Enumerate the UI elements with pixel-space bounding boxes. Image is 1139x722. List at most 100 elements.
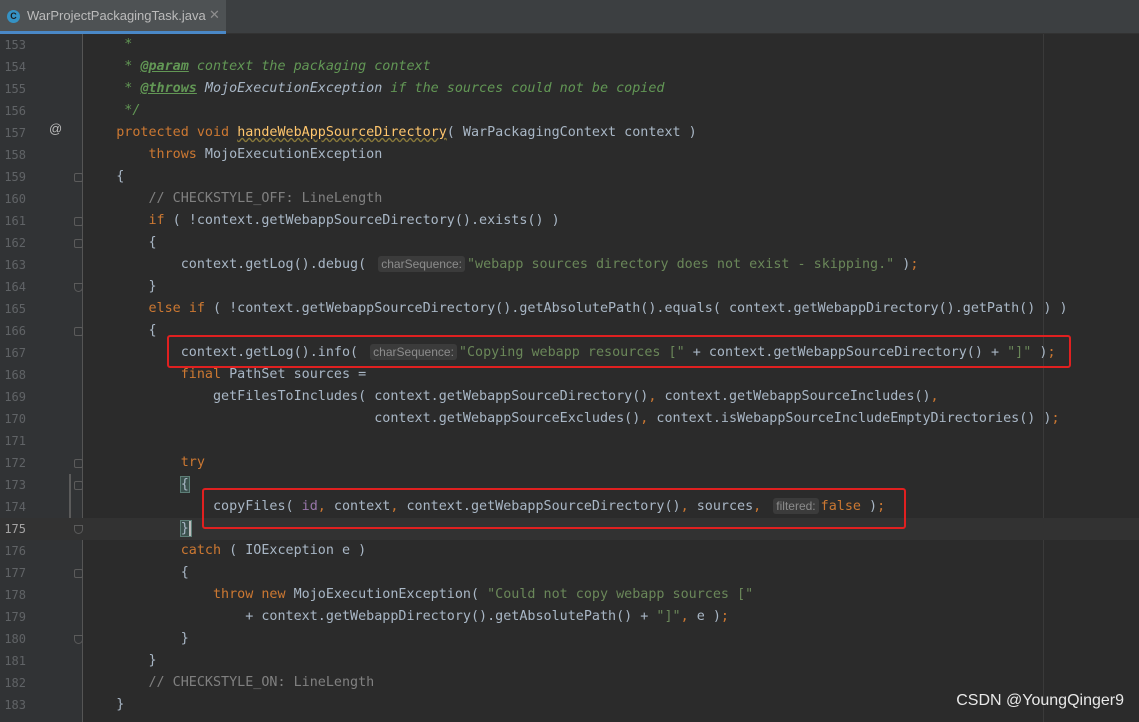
line-number: 175: [4, 522, 26, 536]
line-number: 167: [4, 346, 26, 360]
watermark: CSDN @YoungQinger9: [956, 692, 1124, 709]
line-number: 182: [4, 676, 26, 690]
code-text[interactable]: + context.getWebappDirectory().getAbsolu…: [84, 606, 729, 628]
code-line[interactable]: 176 catch ( IOException e ): [0, 540, 1139, 562]
code-line[interactable]: 156 */: [0, 100, 1139, 122]
line-number: 166: [4, 324, 26, 338]
fold-toggle-icon[interactable]: [74, 635, 83, 644]
code-text[interactable]: }: [84, 628, 189, 650]
fold-toggle-icon[interactable]: [74, 481, 83, 490]
code-text[interactable]: if ( !context.getWebappSourceDirectory()…: [84, 210, 560, 232]
close-icon[interactable]: ✕: [209, 7, 220, 23]
code-line[interactable]: 170 context.getWebappSourceExcludes(), c…: [0, 408, 1139, 430]
fold-toggle-icon[interactable]: [74, 569, 83, 578]
code-line[interactable]: 172 try: [0, 452, 1139, 474]
line-number: 183: [4, 698, 26, 712]
fold-toggle-icon[interactable]: [74, 327, 83, 336]
class-c-icon: C: [7, 10, 20, 23]
fold-toggle-icon[interactable]: [74, 459, 83, 468]
line-number: 176: [4, 544, 26, 558]
line-number: 168: [4, 368, 26, 382]
code-line[interactable]: 182 // CHECKSTYLE_ON: LineLength: [0, 672, 1139, 694]
code-line[interactable]: 179 + context.getWebappDirectory().getAb…: [0, 606, 1139, 628]
line-number: 157: [4, 126, 26, 140]
line-number: 181: [4, 654, 26, 668]
line-number: 173: [4, 478, 26, 492]
code-text[interactable]: context.getWebappSourceExcludes(), conte…: [84, 408, 1059, 430]
code-line[interactable]: 178 throw new MojoExecutionException( "C…: [0, 584, 1139, 606]
code-text[interactable]: throws MojoExecutionException: [84, 144, 383, 166]
code-line[interactable]: 162 {: [0, 232, 1139, 254]
code-line[interactable]: 153 *: [0, 34, 1139, 56]
editor-tab[interactable]: C WarProjectPackagingTask.java ✕: [0, 0, 226, 34]
fold-toggle-icon[interactable]: [74, 239, 83, 248]
code-line[interactable]: 177 {: [0, 562, 1139, 584]
line-number: 171: [4, 434, 26, 448]
line-number: 161: [4, 214, 26, 228]
code-line[interactable]: 157 protected void handeWebAppSourceDire…: [0, 122, 1139, 144]
line-number: 174: [4, 500, 26, 514]
line-number: 153: [4, 38, 26, 52]
line-number: 159: [4, 170, 26, 184]
code-line[interactable]: 180 }: [0, 628, 1139, 650]
code-text[interactable]: }: [84, 694, 124, 716]
code-text[interactable]: * @throws MojoExecutionException if the …: [84, 78, 664, 100]
code-text[interactable]: {: [84, 474, 190, 496]
line-number: 179: [4, 610, 26, 624]
fold-toggle-icon[interactable]: [74, 217, 83, 226]
code-line[interactable]: 165 else if ( !context.getWebappSourceDi…: [0, 298, 1139, 320]
highlight-box-line-174: [202, 488, 906, 529]
line-number: 170: [4, 412, 26, 426]
line-number: 178: [4, 588, 26, 602]
code-text[interactable]: // CHECKSTYLE_OFF: LineLength: [84, 188, 382, 210]
line-number: 164: [4, 280, 26, 294]
window-controls-strip: [1047, 0, 1139, 8]
line-number: 169: [4, 390, 26, 404]
code-text[interactable]: {: [84, 320, 156, 342]
line-number: 160: [4, 192, 26, 206]
code-text[interactable]: {: [84, 562, 189, 584]
code-line[interactable]: 155 * @throws MojoExecutionException if …: [0, 78, 1139, 100]
line-number: 155: [4, 82, 26, 96]
tab-filename: WarProjectPackagingTask.java: [27, 8, 206, 23]
line-number: 154: [4, 60, 26, 74]
line-number: 163: [4, 258, 26, 272]
fold-toggle-icon[interactable]: [74, 173, 83, 182]
code-line[interactable]: 158 throws MojoExecutionException: [0, 144, 1139, 166]
code-line[interactable]: 164 }: [0, 276, 1139, 298]
code-text[interactable]: try: [84, 452, 205, 474]
code-line[interactable]: 161 if ( !context.getWebappSourceDirecto…: [0, 210, 1139, 232]
code-text[interactable]: */: [84, 100, 140, 122]
code-line[interactable]: 169 getFilesToIncludes( context.getWebap…: [0, 386, 1139, 408]
fold-toggle-icon[interactable]: [74, 283, 83, 292]
line-number: 180: [4, 632, 26, 646]
code-line[interactable]: 171: [0, 430, 1139, 452]
code-text[interactable]: else if ( !context.getWebappSourceDirect…: [84, 298, 1068, 320]
code-line[interactable]: 159 {: [0, 166, 1139, 188]
code-text[interactable]: throw new MojoExecutionException( "Could…: [84, 584, 753, 606]
code-text[interactable]: }: [84, 276, 156, 298]
code-line[interactable]: 154 * @param context the packaging conte…: [0, 56, 1139, 78]
code-text[interactable]: *: [84, 34, 132, 56]
line-number: 165: [4, 302, 26, 316]
code-line[interactable]: 163 context.getLog().debug( charSequence…: [0, 254, 1139, 276]
line-number: 177: [4, 566, 26, 580]
code-text[interactable]: {: [84, 232, 156, 254]
line-number: 172: [4, 456, 26, 470]
line-number: 162: [4, 236, 26, 250]
code-text[interactable]: {: [84, 166, 124, 188]
code-text[interactable]: * @param context the packaging context: [84, 56, 430, 78]
code-text[interactable]: }: [84, 518, 192, 540]
line-number: 158: [4, 148, 26, 162]
code-line[interactable]: 181 }: [0, 650, 1139, 672]
code-text[interactable]: context.getLog().debug( charSequence: "we…: [84, 254, 918, 276]
code-text[interactable]: protected void handeWebAppSourceDirector…: [84, 122, 696, 144]
code-text[interactable]: }: [84, 650, 156, 672]
code-text[interactable]: // CHECKSTYLE_ON: LineLength: [84, 672, 374, 694]
code-text[interactable]: getFilesToIncludes( context.getWebappSou…: [84, 386, 939, 408]
line-number: 156: [4, 104, 26, 118]
fold-toggle-icon[interactable]: [74, 525, 83, 534]
highlight-box-line-167: [167, 335, 1071, 368]
code-line[interactable]: 160 // CHECKSTYLE_OFF: LineLength: [0, 188, 1139, 210]
code-text[interactable]: catch ( IOException e ): [84, 540, 366, 562]
